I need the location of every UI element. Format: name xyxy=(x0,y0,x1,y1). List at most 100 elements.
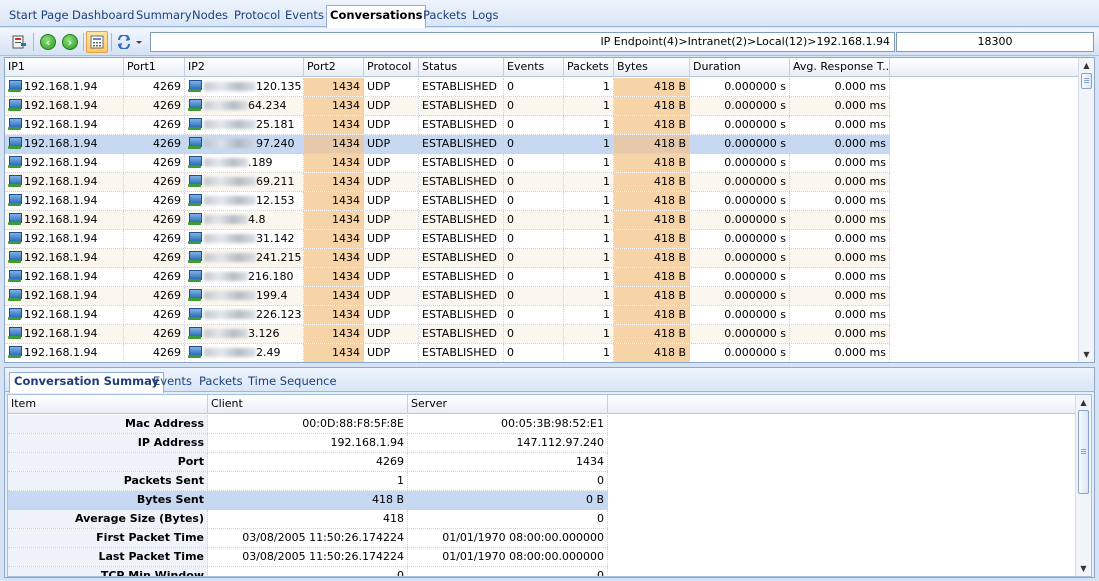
cell-events: 0 xyxy=(504,230,564,248)
table-row[interactable]: 192.168.1.94 4269 4.8 1434 UDP ESTABLISHED 0 1 4… xyxy=(5,211,890,230)
table-row[interactable]: 192.168.1.94 4269 216.180 1434 UDP ESTABLISHE… xyxy=(5,268,890,287)
cell-text: 0.000000 s xyxy=(724,232,786,245)
cell-text: 4269 xyxy=(153,194,181,207)
tab-summary[interactable]: Summary xyxy=(133,6,195,27)
table-row[interactable]: 192.168.1.94 4269 226.123 1434 UDP ESTABLISHE… xyxy=(5,306,890,325)
summary-cell-client: 03/08/2005 11:50:26.174224 xyxy=(208,529,408,547)
cell-bytes: 418 B xyxy=(614,325,690,343)
scroll-thumb[interactable] xyxy=(1078,410,1089,494)
summary-row[interactable]: Mac Address 00:0D:88:F8:5F:8E 00:05:3B:98:… xyxy=(8,415,608,434)
cell-bytes: 418 B xyxy=(614,116,690,134)
table-row[interactable]: 192.168.1.94 4269 64.234 1434 UDP ESTABLISHED… xyxy=(5,97,890,116)
cell-text: 192.168.1.94 xyxy=(24,99,98,112)
col-packets[interactable]: Packets xyxy=(564,58,614,77)
cell-text: ESTABLISHED xyxy=(422,251,497,264)
summary-row[interactable]: Port 4269 1434 xyxy=(8,453,608,472)
scroll-up-icon[interactable]: ▲ xyxy=(1079,58,1094,73)
cell-packets: 1 xyxy=(564,268,614,286)
cell-text: 1434 xyxy=(332,80,360,93)
tab-conversations[interactable]: Conversations xyxy=(326,5,427,28)
cell-ip2: 120.135 xyxy=(185,78,304,96)
cell-bytes: 418 B xyxy=(614,173,690,191)
cell-port2: 1434 xyxy=(304,287,364,305)
scroll-up-icon[interactable]: ▲ xyxy=(1076,395,1091,410)
col-port2[interactable]: Port2 xyxy=(304,58,364,77)
tab-packets[interactable]: Packets xyxy=(420,6,470,27)
tab-detail-events[interactable]: Events xyxy=(149,373,196,391)
cell-duration: 0.000000 s xyxy=(690,97,790,115)
summary-row[interactable]: Average Size (Bytes) 418 0 xyxy=(8,510,608,529)
back-button[interactable]: ‹ xyxy=(37,31,59,53)
col-avg-response[interactable]: Avg. Response T... xyxy=(790,58,890,77)
cell-text: 226.123 xyxy=(256,308,302,321)
redacted-ip-prefix xyxy=(204,177,256,186)
summary-row[interactable]: Bytes Sent 418 B0 B xyxy=(8,491,608,510)
summary-row[interactable]: IP Address 192.168.1.94 147.112.97.240 xyxy=(8,434,608,453)
table-row[interactable]: 192.168.1.94 4269 2.49 1434 UDP ESTABLISHED 0 1… xyxy=(5,344,890,362)
cell-text: 4269 xyxy=(153,175,181,188)
count-field[interactable]: 18300 xyxy=(896,32,1094,52)
col-item[interactable]: Item xyxy=(8,395,208,414)
col-duration[interactable]: Duration xyxy=(690,58,790,77)
summary-row[interactable]: TCP Min Window 0 0 xyxy=(8,567,608,576)
col-ip2[interactable]: IP2 xyxy=(185,58,304,77)
table-row[interactable]: 192.168.1.94 4269 3.126 1434 UDP ESTABLISHED 0… xyxy=(5,325,890,344)
cell-status: ESTABLISHED xyxy=(419,154,504,172)
table-row[interactable]: 192.168.1.94 4269 120.135 1434 UDP ESTABLISHE… xyxy=(5,78,890,97)
summary-cell-item: First Packet Time xyxy=(8,529,208,547)
cell-status: ESTABLISHED xyxy=(419,306,504,324)
cell-ip1: 192.168.1.94 xyxy=(5,268,124,286)
col-bytes[interactable]: Bytes xyxy=(614,58,690,77)
table-row[interactable]: 192.168.1.94 4269 69.211 1434 UDP ESTABLISHED… xyxy=(5,173,890,192)
col-events[interactable]: Events xyxy=(504,58,564,77)
summary-row[interactable]: First Packet Time 03/08/2005 11:50:26.174… xyxy=(8,529,608,548)
table-row[interactable]: 192.168.1.94 4269 241.215 1434 UDP ESTABLISHE… xyxy=(5,249,890,268)
cell-text: 1 xyxy=(603,232,610,245)
cell-events: 0 xyxy=(504,173,564,191)
summary-scrollbar[interactable]: ▲ ▼ xyxy=(1075,395,1091,576)
refresh-dropdown-button[interactable] xyxy=(114,31,146,53)
table-row[interactable]: 192.168.1.94 4269 .189 1434 UDP ESTABLISHED 0 1… xyxy=(5,154,890,173)
summary-cell-server: 00:05:3B:98:52:E1 xyxy=(408,415,608,433)
tab-logs[interactable]: Logs xyxy=(469,6,502,27)
table-row[interactable]: 192.168.1.94 4269 25.181 1434 UDP ESTABLISHED… xyxy=(5,116,890,135)
tab-conversation-summary[interactable]: Conversation Summay xyxy=(9,372,164,393)
table-row[interactable]: 192.168.1.94 4269 199.4 1434 UDP ESTABLISHED 0… xyxy=(5,287,890,306)
summary-cell-item: Port xyxy=(8,453,208,471)
scroll-thumb[interactable] xyxy=(1081,73,1092,89)
export-button[interactable] xyxy=(8,31,30,53)
tab-protocol[interactable]: Protocol xyxy=(231,6,283,27)
col-port1[interactable]: Port1 xyxy=(124,58,185,77)
cell-text: 64.234 xyxy=(248,99,287,112)
cell-bytes: 418 B xyxy=(614,249,690,267)
table-row[interactable]: 192.168.1.94 4269 12.153 1434 UDP ESTABLISHED… xyxy=(5,192,890,211)
scroll-down-icon[interactable]: ▼ xyxy=(1076,561,1091,576)
cell-text: 1 xyxy=(603,194,610,207)
tab-events[interactable]: Events xyxy=(282,6,327,27)
col-status[interactable]: Status xyxy=(419,58,504,77)
col-protocol[interactable]: Protocol xyxy=(364,58,419,77)
tab-nodes[interactable]: Nodes xyxy=(189,6,231,27)
col-client[interactable]: Client xyxy=(208,395,408,414)
table-row[interactable]: 192.168.1.94 4269 31.142 1434 UDP ESTABLISHED… xyxy=(5,230,890,249)
tab-dashboard[interactable]: Dashboard xyxy=(69,6,137,27)
computer-icon xyxy=(8,156,22,168)
tab-start-page[interactable]: Start Page xyxy=(6,6,72,27)
cell-text: 0.000000 s xyxy=(724,137,786,150)
tab-detail-packets[interactable]: Packets xyxy=(195,373,247,391)
scroll-down-icon[interactable]: ▼ xyxy=(1079,347,1094,362)
cell-bytes: 418 B xyxy=(614,78,690,96)
table-row[interactable]: 192.168.1.94 4269 97.240 1434 UDP ESTABLISHED… xyxy=(5,135,890,154)
cell-text: 192.168.1.94 xyxy=(24,118,98,131)
forward-button[interactable]: › xyxy=(59,31,81,53)
summary-row[interactable]: Packets Sent 1 0 xyxy=(8,472,608,491)
cell-ip1: 192.168.1.94 xyxy=(5,173,124,191)
summary-row[interactable]: Last Packet Time 03/08/2005 11:50:26.1742… xyxy=(8,548,608,567)
calculator-button[interactable] xyxy=(86,31,108,53)
table-scrollbar[interactable]: ▲ ▼ xyxy=(1078,58,1094,362)
col-server[interactable]: Server xyxy=(408,395,608,414)
cell-text: 418 B xyxy=(653,232,686,245)
tab-time-sequence[interactable]: Time Sequence xyxy=(244,373,341,391)
breadcrumb-path: IP Endpoint(4)>Intranet(2)>Local(12)>192… xyxy=(150,32,895,52)
col-ip1[interactable]: IP1 xyxy=(5,58,124,77)
